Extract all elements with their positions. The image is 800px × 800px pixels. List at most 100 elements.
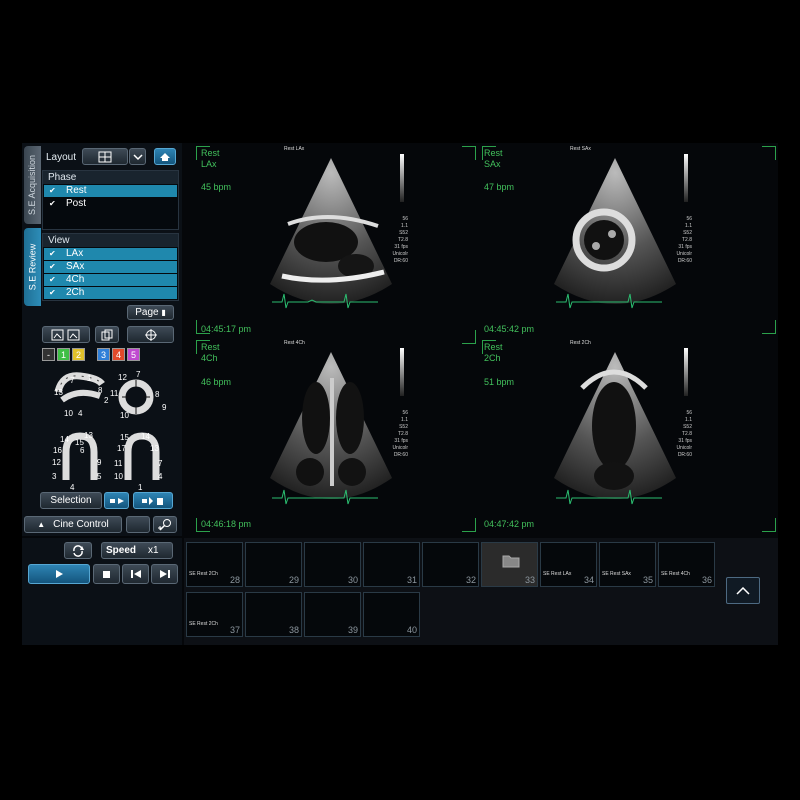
thumbnail-number: 39 (347, 625, 358, 635)
copy-button[interactable] (95, 326, 119, 343)
phase-item-rest[interactable]: ✔ Rest (44, 185, 177, 197)
loop-icon (73, 544, 84, 557)
layout-grid-button[interactable] (82, 148, 128, 165)
expand-up-button[interactable] (726, 577, 760, 604)
phase-item-post[interactable]: ✔ Post (44, 198, 177, 210)
thumbnail[interactable]: 30 (304, 542, 361, 587)
thumbnail-number: 36 (701, 575, 712, 585)
scan-params: 56 1.1 S52 T2.8 31 fps Unicolr DR:60 (384, 216, 408, 265)
selection-button[interactable]: Selection (40, 492, 102, 509)
quadrant-corner (462, 146, 476, 160)
home-button[interactable] (154, 148, 176, 165)
scan-param: 1.1 (685, 223, 692, 229)
echo-image-2ch (554, 352, 676, 505)
thumbnail[interactable]: 38 (245, 592, 302, 637)
score-button-2[interactable]: 2 (72, 348, 85, 361)
image-quadrant-2ch[interactable]: Rest 2Ch 51 bpm 04:47:42 pm Rest 2Ch 56 … (482, 336, 769, 529)
quadrant-corner (762, 320, 776, 334)
scan-param: DR:60 (677, 452, 692, 458)
page-button[interactable]: Page ▮ (127, 305, 174, 320)
segment-number: 17 (117, 444, 126, 453)
view-item-lax[interactable]: ✔ LAx (44, 248, 177, 260)
view-item-sax[interactable]: ✔ SAx (44, 261, 177, 273)
image-title: Rest 2Ch (570, 340, 591, 346)
selection-next-button[interactable] (104, 492, 129, 509)
thumbnail[interactable]: SE Rest LAx 34 (540, 542, 597, 587)
score-button-1[interactable]: 1 (57, 348, 70, 361)
scan-param: 56 (686, 216, 692, 222)
segment-number: 2 (104, 396, 109, 405)
quadrant-heart-rate: 47 bpm (484, 182, 515, 192)
cine-control-button[interactable]: ▲ Cine Control (24, 516, 122, 533)
step-forward-button[interactable] (151, 564, 178, 584)
score-button-none[interactable]: - (42, 348, 55, 361)
thumbnail[interactable]: SE Rest 4Ch 36 (658, 542, 715, 587)
scan-param: 56 (686, 410, 692, 416)
speed-control[interactable]: Speed x1 (101, 542, 173, 559)
image-quadrant-sax[interactable]: Rest SAx 47 bpm 04:45:42 pm Rest SAx 56 … (482, 146, 769, 336)
thumbnail[interactable]: 31 (363, 542, 420, 587)
tab-se-review-label: S.E Review (27, 243, 38, 291)
quadrant-corner (462, 518, 476, 532)
thumbnail-number: 28 (229, 575, 240, 585)
target-button[interactable] (127, 326, 174, 343)
view-item-lax-label: LAx (66, 248, 84, 259)
segment-number: 5 (97, 472, 102, 481)
zoom-button[interactable] (153, 516, 177, 533)
score-button-3[interactable]: 3 (97, 348, 110, 361)
thumbnail[interactable]: 32 (422, 542, 479, 587)
selection-delete-button[interactable] (133, 492, 173, 509)
loop-button[interactable] (64, 542, 92, 559)
stop-button[interactable] (93, 564, 120, 584)
view-item-4ch[interactable]: ✔ 4Ch (44, 274, 177, 286)
step-back-button[interactable] (122, 564, 149, 584)
thumbnail[interactable]: SE Rest 2Ch 37 (186, 592, 243, 637)
thumbnail-number: 38 (288, 625, 299, 635)
thumbnail-number: 35 (642, 575, 653, 585)
checkmark-icon: ✔ (49, 186, 56, 195)
stop-icon (103, 570, 110, 578)
tab-se-acquisition[interactable]: S.E Acquisition (24, 146, 41, 224)
thumbnail-label: SE Rest LAx (543, 571, 572, 577)
image-quadrant-lax[interactable]: Rest LAx 45 bpm 04:45:17 pm Rest LAx 56 … (196, 146, 483, 336)
score-button-5[interactable]: 5 (127, 348, 140, 361)
checkmark-icon: ✔ (49, 249, 56, 258)
scroll-icon: ▮ (161, 308, 166, 317)
play-button[interactable] (28, 564, 90, 584)
thumbnail[interactable]: SE Rest SAx 35 (599, 542, 656, 587)
cine-blank-button[interactable] (126, 516, 150, 533)
echo-image-4ch (270, 352, 392, 505)
segment-number: 7 (158, 459, 163, 468)
grid-icon (98, 151, 112, 162)
scan-params: 56 1.1 S52 T2.8 31 fps Unicolr DR:60 (668, 410, 692, 459)
view-item-2ch[interactable]: ✔ 2Ch (44, 287, 177, 299)
segment-number: 11 (110, 389, 119, 398)
scan-param: DR:60 (393, 258, 408, 264)
thumbnail-number: 37 (229, 625, 240, 635)
view-image-buttons[interactable] (42, 326, 90, 343)
view-list-header: View (43, 234, 178, 247)
image-title: Rest LAx (284, 146, 305, 152)
scan-param: 1.1 (401, 223, 408, 229)
score-button-4[interactable]: 4 (112, 348, 125, 361)
view-item-sax-label: SAx (66, 261, 85, 272)
thumbnail-folder[interactable]: 33 (481, 542, 538, 587)
scan-param: Unicolr (676, 445, 692, 451)
thumbnail-number: 32 (465, 575, 476, 585)
grayscale-bar (400, 348, 404, 396)
tab-se-review[interactable]: S.E Review (24, 228, 41, 306)
segment-number: 9 (162, 403, 167, 412)
quadrant-corner (196, 146, 210, 160)
layout-dropdown-button[interactable] (129, 148, 146, 165)
thumbnail[interactable]: SE Rest 2Ch 28 (186, 542, 243, 587)
segment-number: 10 (64, 409, 73, 418)
thumbnail[interactable]: 39 (304, 592, 361, 637)
quadrant-timestamp: 04:47:42 pm (484, 519, 535, 529)
thumbnail-label: SE Rest 2Ch (189, 571, 218, 577)
segment-number: 12 (52, 458, 61, 467)
thumbnail[interactable]: 29 (245, 542, 302, 587)
segment-number: 4 (158, 472, 163, 481)
thumbnail[interactable]: 40 (363, 592, 420, 637)
image-quadrant-4ch[interactable]: Rest 4Ch 46 bpm 04:46:18 pm Rest 4Ch 56 … (196, 336, 483, 529)
scan-param: DR:60 (677, 258, 692, 264)
